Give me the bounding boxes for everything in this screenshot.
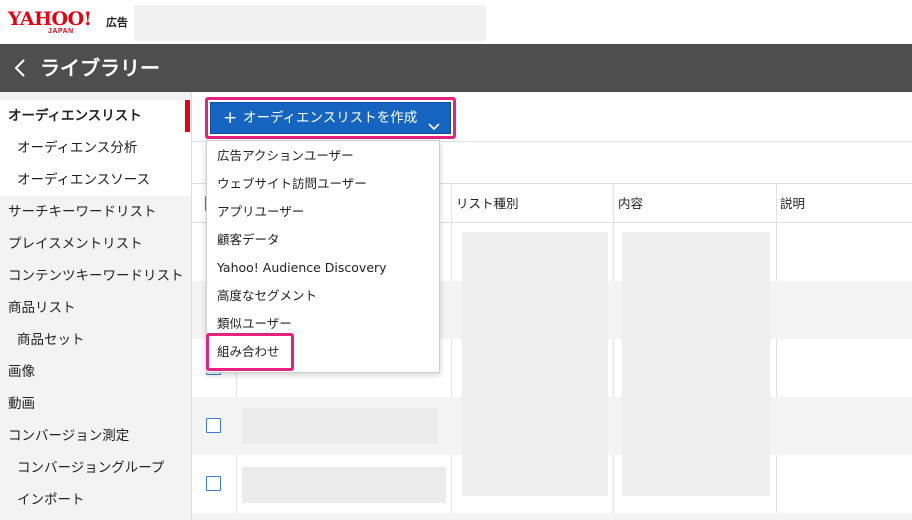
row-checkbox[interactable] [206,476,221,491]
logo-wordmark: YAHOO! [8,8,92,30]
sidebar-item-product-list[interactable]: 商品リスト [0,292,191,324]
menu-item-app-users[interactable]: アプリユーザー [207,198,439,226]
create-button-label: オーディエンスリストを作成 [243,110,418,126]
sidebar-item-audience-list[interactable]: オーディエンスリスト [0,100,191,132]
top-header: YAHOO! JAPAN 広告 [0,0,912,44]
account-selector-placeholder[interactable] [134,5,486,41]
plus-icon: + [223,108,238,128]
menu-item-website-visitors[interactable]: ウェブサイト訪問ユーザー [207,170,439,198]
sidebar-item-conversion-tracking[interactable]: コンバージョン測定 [0,420,191,452]
logo-ad-label: 広告 [106,16,128,29]
sidebar-item-import[interactable]: インポート [0,484,191,516]
sidebar-item-placement-list[interactable]: プレイスメントリスト [0,228,191,260]
sidebar-item-audience-analysis[interactable]: オーディエンス分析 [0,132,191,164]
create-button-highlight: + オーディエンスリストを作成 [205,97,456,139]
menu-item-customer-data[interactable]: 顧客データ [207,226,439,254]
sidebar-item-images[interactable]: 画像 [0,356,191,388]
sidebar-item-search-keyword-list[interactable]: サーチキーワードリスト [0,196,191,228]
sidebar-item-content-keyword-list[interactable]: コンテンツキーワードリスト [0,260,191,292]
row-checkbox[interactable] [206,418,221,433]
sidebar-item-product-set[interactable]: 商品セット [0,324,191,356]
sidebar-item-videos[interactable]: 動画 [0,388,191,420]
page-title: ライブラリー [40,56,160,80]
column-header-description[interactable]: 説明 [774,184,805,224]
menu-item-audience-discovery[interactable]: Yahoo! Audience Discovery [207,254,439,282]
loading-placeholder [462,232,608,496]
chevron-down-icon [428,113,440,131]
yahoo-ads-logo[interactable]: YAHOO! JAPAN 広告 [8,9,128,37]
logo-japan: JAPAN [48,28,74,35]
page-titlebar: ライブラリー [0,44,912,92]
loading-placeholder [622,232,770,496]
column-header-content[interactable]: 内容 [612,184,643,224]
chevron-left-icon[interactable] [12,56,28,80]
loading-placeholder [242,408,438,444]
loading-placeholder [242,467,446,503]
combination-highlight [206,333,294,371]
create-audience-list-button[interactable]: + オーディエンスリストを作成 [210,102,451,134]
menu-item-advanced-segment[interactable]: 高度なセグメント [207,282,439,310]
sidebar-item-audience-source[interactable]: オーディエンスソース [0,164,191,196]
sidebar-item-conversion-group[interactable]: コンバージョングループ [0,452,191,484]
column-header-list-type[interactable]: リスト種別 [450,184,519,224]
active-indicator [185,100,190,132]
menu-item-ad-action-users[interactable]: 広告アクションユーザー [207,142,439,170]
table-row[interactable] [192,513,912,520]
